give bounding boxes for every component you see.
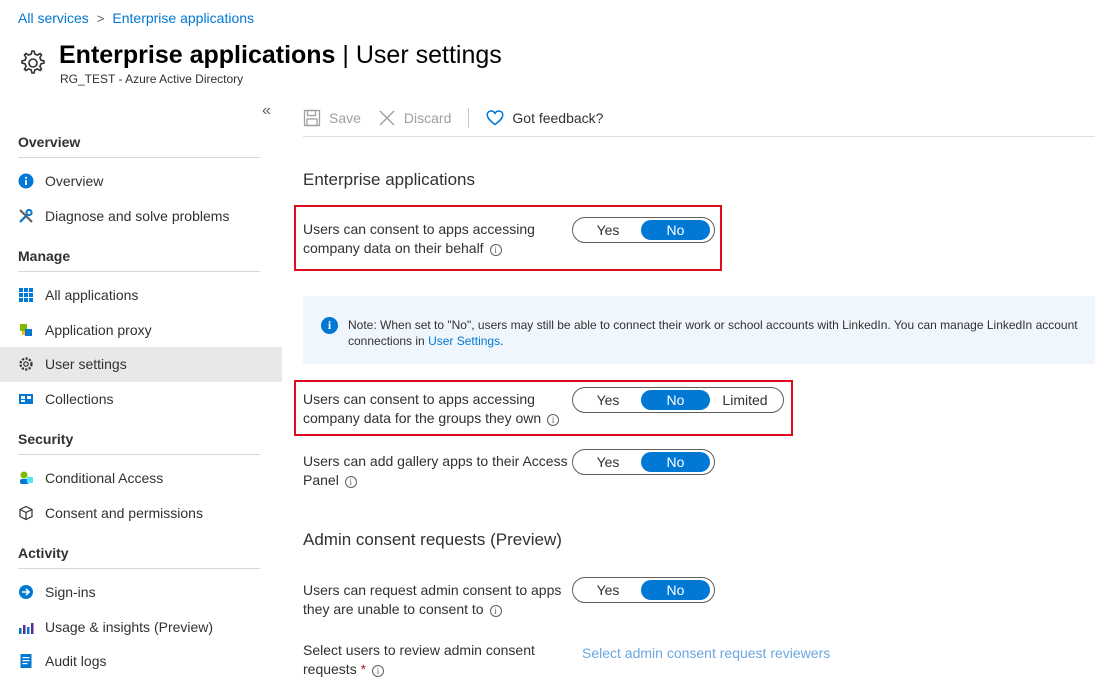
section-divider bbox=[18, 157, 260, 158]
select-reviewers-link[interactable]: Select admin consent request reviewers bbox=[582, 645, 830, 661]
heart-icon bbox=[486, 110, 504, 126]
page-header: Enterprise applications | User settings … bbox=[18, 40, 502, 86]
admin-request-no[interactable]: No bbox=[641, 580, 710, 600]
sidebar-item-collections[interactable]: Collections bbox=[0, 382, 282, 417]
breadcrumb-all-services[interactable]: All services bbox=[18, 10, 89, 26]
save-icon bbox=[303, 109, 321, 127]
page-title: Enterprise applications | User settings bbox=[59, 41, 502, 69]
consent-groups-label: Users can consent to apps accessing comp… bbox=[303, 390, 573, 428]
close-icon bbox=[379, 110, 395, 126]
info-icon[interactable]: i bbox=[344, 476, 357, 488]
sidebar-section-activity: Activity bbox=[18, 545, 69, 561]
sidebar-section-manage: Manage bbox=[18, 248, 71, 264]
sidebar-section-security: Security bbox=[18, 431, 74, 447]
info-icon[interactable]: i bbox=[489, 244, 502, 256]
sidebar-section-overview: Overview bbox=[18, 134, 81, 150]
consent-company-toggle: Yes No bbox=[572, 217, 715, 243]
sidebar-item-consent-permissions[interactable]: Consent and permissions bbox=[0, 496, 282, 531]
section-title-enterprise-applications: Enterprise applications bbox=[303, 170, 475, 189]
sign-in-arrow-icon bbox=[18, 584, 34, 600]
breadcrumb-separator: > bbox=[96, 10, 105, 26]
consent-company-no[interactable]: No bbox=[641, 220, 710, 240]
required-marker: * bbox=[360, 661, 367, 677]
gallery-apps-no[interactable]: No bbox=[641, 452, 710, 472]
sidebar-item-all-applications[interactable]: All applications bbox=[0, 278, 282, 313]
gear-icon bbox=[21, 50, 45, 74]
collapse-sidebar-button[interactable]: « bbox=[262, 102, 271, 120]
grid-icon bbox=[18, 287, 34, 303]
info-icon[interactable]: i bbox=[372, 665, 385, 677]
cube-icon bbox=[18, 505, 34, 521]
page-subtitle: RG_TEST - Azure Active Directory bbox=[60, 72, 244, 86]
command-toolbar: Save Discard Got feedback? bbox=[303, 100, 1095, 137]
section-title-admin-consent: Admin consent requests (Preview) bbox=[303, 530, 562, 549]
sidebar-item-audit-logs[interactable]: Audit logs bbox=[0, 644, 282, 679]
gallery-apps-label: Users can add gallery apps to their Acce… bbox=[303, 453, 568, 488]
info-filled-icon: i bbox=[321, 317, 338, 334]
breadcrumb: All services > Enterprise applications bbox=[18, 10, 254, 26]
sidebar: Overview Overview Diagnose and solve pro… bbox=[0, 128, 282, 679]
application-proxy-icon bbox=[18, 322, 34, 338]
gallery-apps-yes[interactable]: Yes bbox=[575, 452, 641, 472]
wrench-icon bbox=[18, 208, 34, 224]
sidebar-item-user-settings[interactable]: User settings bbox=[0, 347, 282, 382]
sidebar-item-diagnose[interactable]: Diagnose and solve problems bbox=[0, 199, 282, 234]
breadcrumb-enterprise-applications[interactable]: Enterprise applications bbox=[112, 10, 254, 26]
sidebar-item-conditional-access[interactable]: Conditional Access bbox=[0, 461, 282, 496]
info-icon[interactable]: i bbox=[489, 605, 502, 617]
consent-company-label: Users can consent to apps accessing comp… bbox=[303, 221, 535, 256]
bar-chart-icon bbox=[18, 619, 34, 635]
consent-groups-limited[interactable]: Limited bbox=[710, 390, 780, 410]
discard-button[interactable]: Discard bbox=[378, 109, 451, 127]
toolbar-divider bbox=[468, 108, 470, 128]
admin-request-toggle: Yes No bbox=[572, 577, 715, 603]
section-divider bbox=[18, 271, 260, 272]
feedback-button[interactable]: Got feedback? bbox=[486, 110, 603, 126]
reviewers-label: Select users to review admin consent req… bbox=[303, 642, 535, 677]
section-divider bbox=[18, 454, 260, 455]
consent-groups-toggle: Yes No Limited bbox=[572, 387, 784, 413]
sidebar-item-overview[interactable]: Overview bbox=[0, 164, 282, 199]
gear-icon bbox=[18, 356, 34, 372]
admin-request-label: Users can request admin consent to apps … bbox=[303, 582, 562, 617]
linkedin-notice: i Note: When set to "No", users may stil… bbox=[303, 296, 1095, 364]
conditional-access-icon bbox=[18, 470, 34, 486]
collections-icon bbox=[18, 391, 34, 407]
user-settings-link[interactable]: User Settings bbox=[428, 334, 500, 348]
info-circle-icon bbox=[18, 173, 34, 189]
sidebar-item-sign-ins[interactable]: Sign-ins bbox=[0, 575, 282, 610]
info-icon[interactable]: i bbox=[547, 414, 560, 426]
consent-company-yes[interactable]: Yes bbox=[575, 220, 641, 240]
sidebar-item-application-proxy[interactable]: Application proxy bbox=[0, 313, 282, 348]
admin-request-yes[interactable]: Yes bbox=[575, 580, 641, 600]
section-divider bbox=[18, 568, 260, 569]
consent-groups-no[interactable]: No bbox=[641, 390, 710, 410]
sidebar-item-usage-insights[interactable]: Usage & insights (Preview) bbox=[0, 610, 282, 645]
save-button[interactable]: Save bbox=[303, 109, 361, 127]
audit-log-icon bbox=[18, 653, 34, 669]
gallery-apps-toggle: Yes No bbox=[572, 449, 715, 475]
notice-text: Note: When set to "No", users may still … bbox=[348, 318, 1078, 348]
consent-groups-yes[interactable]: Yes bbox=[575, 390, 641, 410]
